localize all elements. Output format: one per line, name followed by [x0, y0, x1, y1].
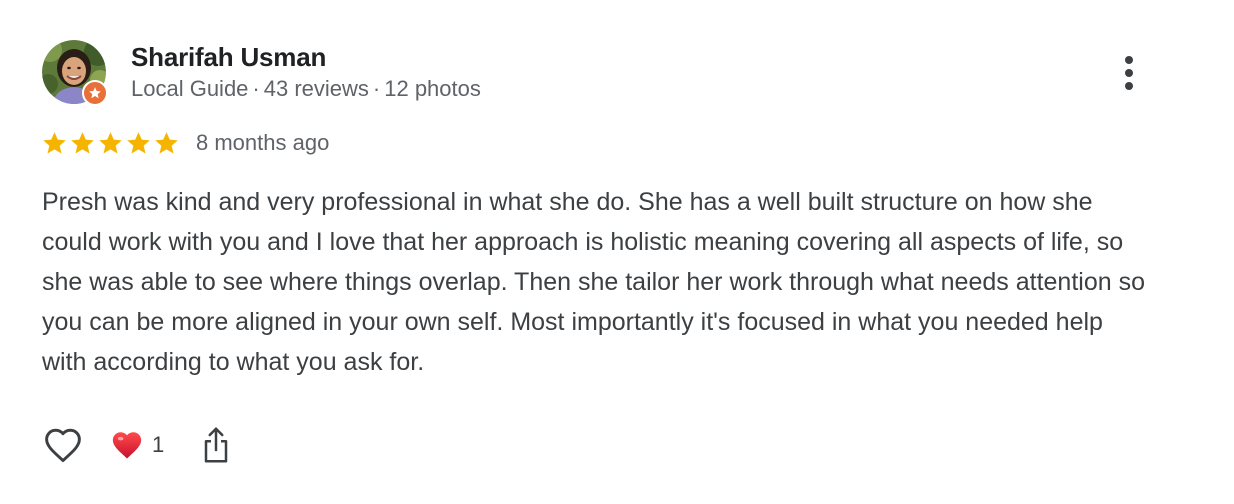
- star-icon: [99, 131, 122, 154]
- reaction-summary[interactable]: 1: [110, 429, 164, 461]
- heart-outline-icon: [45, 428, 81, 463]
- star-icon: [43, 131, 66, 154]
- local-guide-star-icon: [82, 80, 108, 106]
- local-guide-label: Local Guide: [131, 76, 249, 101]
- like-button[interactable]: [42, 424, 84, 466]
- more-vertical-icon: [1125, 56, 1133, 90]
- more-options-button[interactable]: [1112, 52, 1146, 94]
- review-count: 43 reviews: [263, 76, 369, 101]
- photo-count: 12 photos: [384, 76, 481, 101]
- meta-separator: ·: [372, 76, 381, 101]
- reviewer-name[interactable]: Sharifah Usman: [131, 42, 326, 73]
- reaction-count: 1: [152, 432, 165, 457]
- red-heart-icon: [112, 432, 142, 459]
- reviewer-meta[interactable]: Local Guide · 43 reviews · 12 photos: [131, 76, 481, 102]
- star-icon: [155, 131, 178, 154]
- share-icon: [205, 427, 228, 463]
- star-icon: [71, 131, 94, 154]
- avatar[interactable]: [42, 40, 108, 106]
- meta-separator: ·: [252, 76, 260, 101]
- review-text: Presh was kind and very professional in …: [42, 188, 1145, 376]
- share-button[interactable]: [200, 424, 232, 466]
- review-card: Sharifah Usman Local Guide · 43 reviews · 12…: [0, 0, 1234, 504]
- review-date: 8 months ago: [196, 130, 330, 155]
- rating-row: 8 months ago: [41, 129, 329, 157]
- star-icon: [127, 131, 150, 154]
- star-rating: [41, 130, 180, 157]
- review-actions: 1: [42, 424, 232, 466]
